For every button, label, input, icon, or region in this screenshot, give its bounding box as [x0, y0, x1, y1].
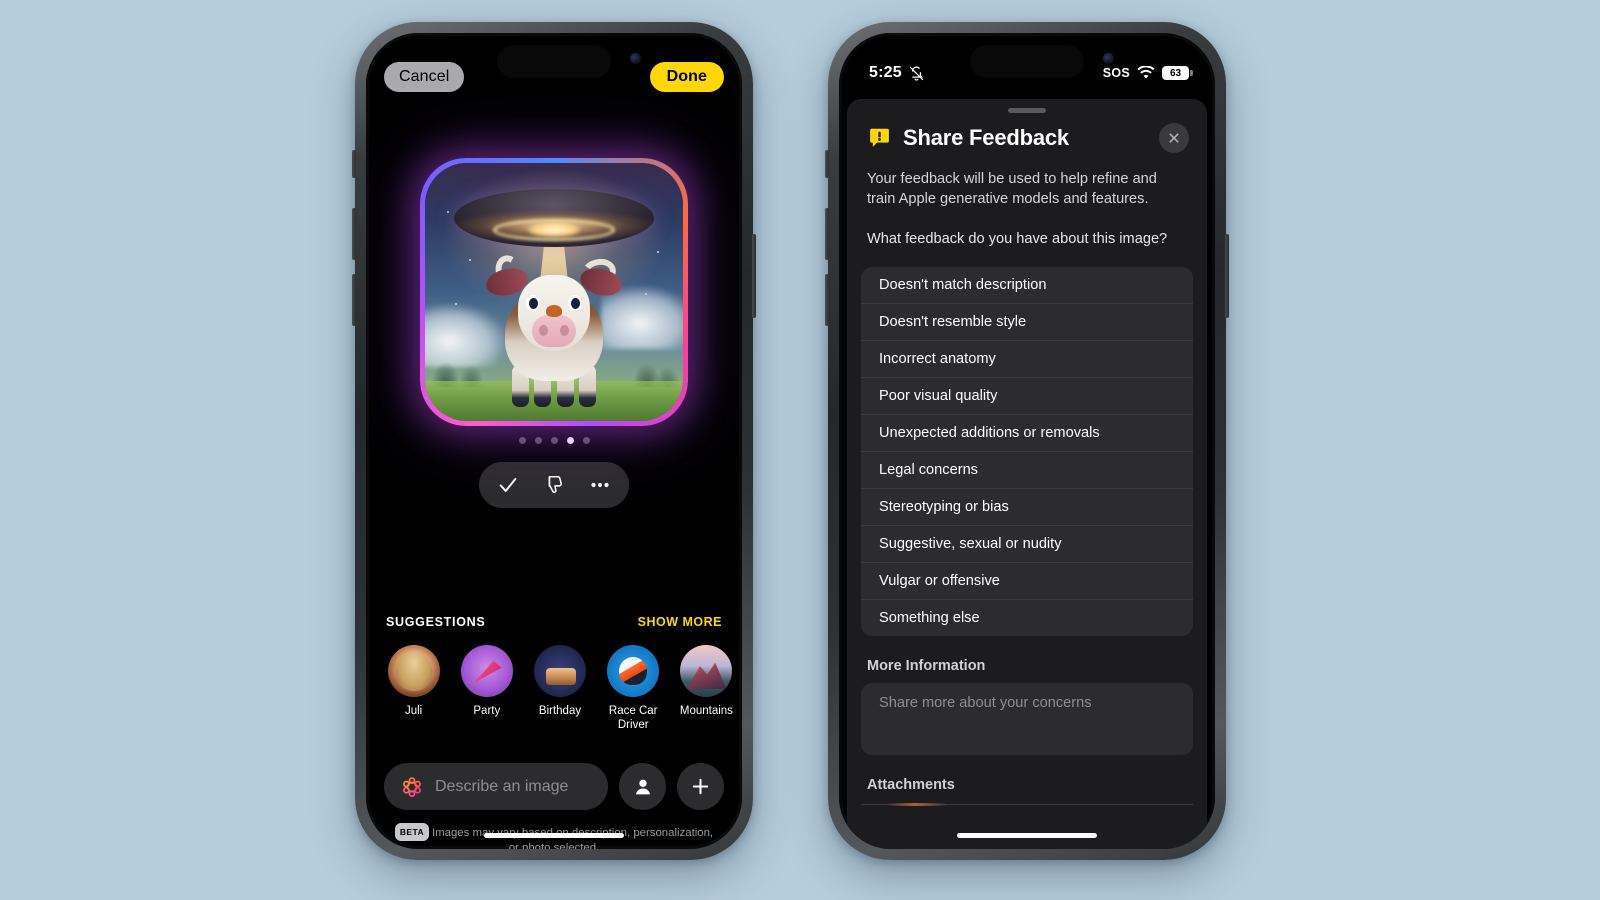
feedback-option[interactable]: Unexpected additions or removals	[861, 415, 1193, 452]
more-information-placeholder: Share more about your concerns	[879, 695, 1092, 711]
attachments-label: Attachments	[867, 777, 955, 793]
page-dot[interactable]	[550, 437, 558, 444]
suggestion-item-party[interactable]: Party	[457, 645, 516, 732]
feedback-option[interactable]: Vulgar or offensive	[861, 563, 1193, 600]
feedback-option[interactable]: Suggestive, sexual or nudity	[861, 526, 1193, 563]
mute-switch[interactable]	[352, 150, 356, 178]
image-action-bar	[479, 462, 629, 508]
screenshot-canvas: Cancel Done SUGGESTIONS SHOW MORE Juli P…	[0, 0, 1600, 900]
close-icon[interactable]	[1159, 123, 1189, 153]
cancel-button[interactable]: Cancel	[384, 62, 465, 92]
volume-down-button[interactable]	[352, 274, 356, 326]
feedback-option[interactable]: Poor visual quality	[861, 378, 1193, 415]
portrait-avatar-icon	[387, 645, 440, 697]
phone-left: Cancel Done SUGGESTIONS SHOW MORE Juli P…	[352, 22, 756, 860]
home-indicator[interactable]	[484, 833, 624, 838]
feedback-options-list: Doesn't match description Doesn't resemb…	[861, 267, 1193, 636]
suggestions-list: Juli Party Birthday Race Car Driver Moun…	[384, 645, 736, 732]
status-bar-left: 5:25	[869, 64, 925, 82]
feedback-option[interactable]: Doesn't resemble style	[861, 304, 1193, 341]
party-popper-icon	[460, 645, 513, 697]
sheet-description: Your feedback will be used to help refin…	[867, 171, 1157, 207]
generated-image[interactable]	[425, 163, 683, 421]
sos-label: SOS	[1102, 66, 1130, 80]
composer-row: Describe an image	[384, 763, 724, 810]
suggestion-item-birthday[interactable]: Birthday	[530, 645, 589, 732]
attachments-divider	[861, 803, 1193, 806]
battery-percent: 63	[1169, 67, 1182, 79]
birthday-cake-icon	[534, 645, 586, 697]
power-button[interactable]	[1225, 234, 1229, 318]
show-more-button[interactable]: SHOW MORE	[638, 615, 722, 629]
sheet-header: Share Feedback	[847, 113, 1207, 153]
page-dot[interactable]	[534, 437, 542, 444]
thumbs-down-icon[interactable]	[531, 469, 577, 501]
phone-right: 5:25 SOS 63 Share Feedback Your feedback…	[825, 22, 1229, 860]
suggestion-label: Party	[473, 705, 501, 717]
page-dot[interactable]	[582, 437, 590, 444]
share-feedback-sheet: Share Feedback Your feedback will be use…	[847, 99, 1207, 849]
volume-down-button[interactable]	[825, 274, 829, 326]
feedback-option[interactable]: Something else	[861, 600, 1193, 636]
wifi-icon	[1137, 66, 1155, 79]
suggestion-label: Birthday	[538, 705, 582, 717]
person-icon[interactable]	[619, 763, 666, 810]
racing-helmet-icon	[607, 645, 660, 697]
bell-slash-icon	[909, 65, 923, 81]
page-dots[interactable]	[518, 437, 590, 444]
suggestion-item-mountains[interactable]: Mountains	[677, 645, 736, 732]
feedback-option[interactable]: Incorrect anatomy	[861, 341, 1193, 378]
page-dot[interactable]	[518, 437, 526, 444]
phone-right-screen: 5:25 SOS 63 Share Feedback Your feedback…	[839, 33, 1215, 849]
feedback-option[interactable]: Stereotyping or bias	[861, 489, 1193, 526]
suggestions-header: SUGGESTIONS SHOW MORE	[386, 615, 722, 629]
feedback-option[interactable]: Legal concerns	[861, 452, 1193, 489]
playground-navbar: Cancel Done	[366, 57, 742, 97]
feedback-option[interactable]: Doesn't match description	[861, 267, 1193, 304]
checkmark-icon[interactable]	[485, 469, 531, 501]
suggestion-label: Juli	[404, 705, 423, 717]
status-bar: 5:25 SOS 63	[839, 33, 1215, 91]
done-button[interactable]: Done	[649, 62, 724, 92]
mute-switch[interactable]	[825, 150, 829, 178]
power-button[interactable]	[752, 234, 756, 318]
sheet-question: What feedback do you have about this ima…	[867, 231, 1168, 247]
volume-up-button[interactable]	[825, 208, 829, 260]
beta-badge: BETA	[394, 823, 429, 841]
home-indicator[interactable]	[957, 833, 1097, 838]
describe-placeholder: Describe an image	[435, 777, 569, 795]
plus-icon[interactable]	[677, 763, 724, 810]
battery-indicator: 63	[1162, 66, 1193, 80]
suggestion-label: Mountains	[679, 705, 733, 717]
image-playground-icon	[403, 776, 421, 797]
describe-input[interactable]: Describe an image	[384, 763, 608, 810]
page-dot-active[interactable]	[566, 437, 574, 444]
generated-image-glow-frame	[420, 158, 688, 426]
disclaimer-text: Images may vary based on description, pe…	[431, 827, 714, 849]
status-bar-right: SOS 63	[1102, 66, 1193, 80]
suggestion-label: Race Car Driver	[608, 705, 658, 731]
cow-illustration	[483, 239, 625, 407]
generated-image-area	[366, 158, 742, 508]
status-time: 5:25	[869, 64, 902, 81]
phone-left-screen: Cancel Done SUGGESTIONS SHOW MORE Juli P…	[366, 33, 742, 849]
suggestion-item-race-car-driver[interactable]: Race Car Driver	[604, 645, 663, 732]
suggestions-title: SUGGESTIONS	[386, 615, 486, 629]
mountain-peak-icon	[680, 645, 733, 697]
ellipsis-icon[interactable]	[577, 469, 623, 501]
volume-up-button[interactable]	[352, 208, 356, 260]
warning-speech-bubble-icon	[867, 126, 892, 151]
more-information-input[interactable]: Share more about your concerns	[861, 683, 1193, 755]
sheet-title: Share Feedback	[903, 125, 1069, 150]
more-information-label: More Information	[867, 658, 986, 674]
suggestion-item-juli[interactable]: Juli	[384, 645, 443, 732]
